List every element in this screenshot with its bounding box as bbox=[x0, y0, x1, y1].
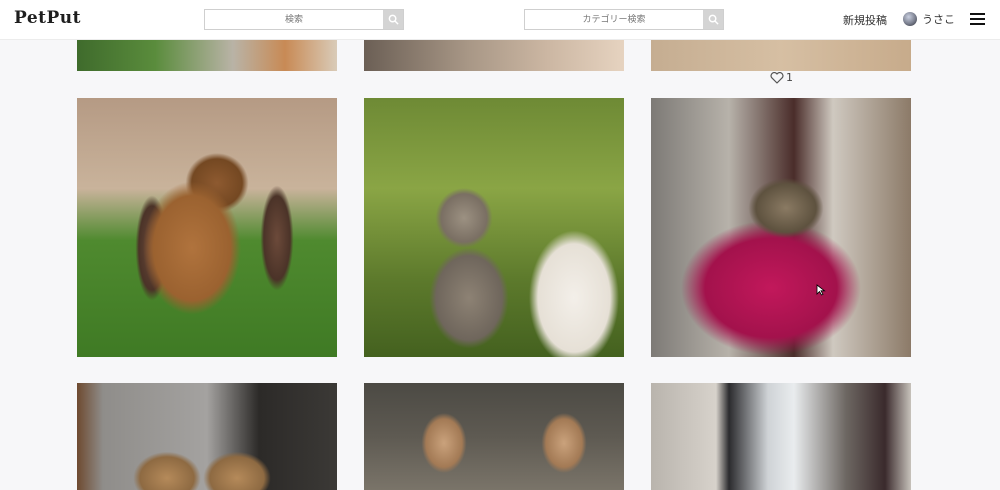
post-image-deer[interactable] bbox=[77, 383, 337, 490]
like-count: 1 bbox=[786, 71, 793, 84]
post-image[interactable] bbox=[77, 40, 337, 71]
post-image-turtle[interactable] bbox=[651, 98, 911, 357]
category-search-bar bbox=[524, 9, 724, 30]
mouse-cursor-icon bbox=[816, 284, 826, 296]
post-image[interactable] bbox=[364, 40, 624, 71]
post-image-rabbit[interactable] bbox=[77, 98, 337, 357]
post-image[interactable] bbox=[651, 40, 911, 71]
search-input[interactable] bbox=[205, 10, 383, 29]
top-navbar: PetPut 新規投稿 うさこ bbox=[0, 0, 1000, 40]
like-button[interactable]: 1 bbox=[770, 71, 793, 84]
site-logo[interactable]: PetPut bbox=[14, 8, 81, 28]
category-search-button[interactable] bbox=[703, 10, 723, 29]
post-image-room[interactable] bbox=[651, 383, 911, 490]
avatar[interactable] bbox=[903, 12, 917, 26]
username[interactable]: うさこ bbox=[922, 11, 955, 27]
category-search-input[interactable] bbox=[525, 10, 703, 29]
search-icon bbox=[708, 14, 719, 25]
hamburger-menu-icon[interactable] bbox=[970, 13, 985, 25]
search-button[interactable] bbox=[383, 10, 403, 29]
new-post-link[interactable]: 新規投稿 bbox=[843, 12, 887, 28]
search-icon bbox=[388, 14, 399, 25]
search-bar bbox=[204, 9, 404, 30]
heart-icon bbox=[770, 71, 784, 84]
post-image-tabby-cat[interactable] bbox=[364, 383, 624, 490]
user-menu[interactable]: うさこ bbox=[903, 11, 955, 27]
post-image-kitten[interactable] bbox=[364, 98, 624, 357]
